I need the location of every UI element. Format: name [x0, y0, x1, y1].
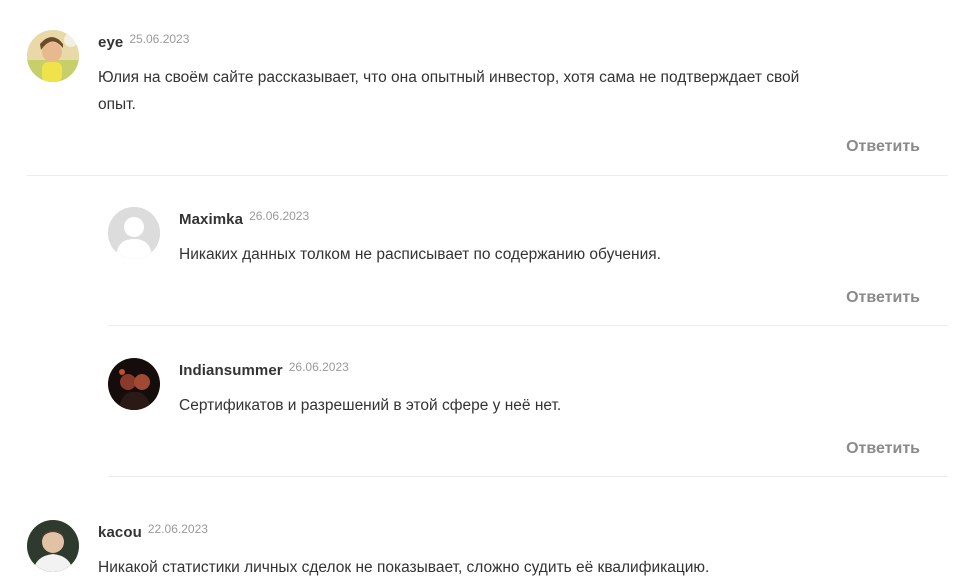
comment-meta: kacou 22.06.2023	[98, 522, 208, 542]
avatar	[27, 520, 79, 572]
avatar	[108, 207, 160, 259]
comment-author[interactable]: eye	[98, 34, 123, 51]
comment-text: Никаких данных толком не расписывает по …	[179, 246, 661, 263]
user-photo-avatar-icon	[27, 520, 79, 572]
comment-author[interactable]: kacou	[98, 524, 142, 541]
comment-item: Maximka 26.06.2023 Никаких данных толком …	[108, 207, 948, 326]
comment-meta: Maximka 26.06.2023	[179, 209, 309, 229]
reply-button[interactable]: Ответить	[846, 289, 920, 307]
comment-date[interactable]: 26.06.2023	[249, 209, 309, 223]
user-photo-avatar-icon	[108, 358, 160, 410]
reply-button[interactable]: Ответить	[846, 440, 920, 458]
comment-meta: eye 25.06.2023	[98, 32, 189, 52]
default-user-avatar-icon	[108, 207, 160, 259]
comment-author[interactable]: Indiansummer	[179, 362, 283, 379]
reply-button[interactable]: Ответить	[846, 138, 920, 156]
comment-text: Никакой статистики личных сделок не пока…	[98, 559, 710, 576]
comment-date[interactable]: 25.06.2023	[129, 32, 189, 46]
comment-date[interactable]: 22.06.2023	[148, 522, 208, 536]
comment-meta: Indiansummer 26.06.2023	[179, 360, 349, 380]
comment-item: kacou 22.06.2023 Никакой статистики личны…	[27, 520, 948, 585]
user-photo-avatar-icon	[27, 30, 79, 82]
avatar	[27, 30, 79, 82]
comment-item: eye 25.06.2023 Юлия на своём сайте расска…	[27, 30, 948, 176]
comment-text: Юлия на своём сайте рассказывает, что он…	[98, 69, 800, 113]
comment-author[interactable]: Maximka	[179, 211, 243, 228]
avatar	[108, 358, 160, 410]
comment-text: Сертификатов и разрешений в этой сфере у…	[179, 397, 562, 414]
comment-item: Indiansummer 26.06.2023 Сертификатов и ра…	[108, 358, 948, 477]
comment-date[interactable]: 26.06.2023	[289, 360, 349, 374]
